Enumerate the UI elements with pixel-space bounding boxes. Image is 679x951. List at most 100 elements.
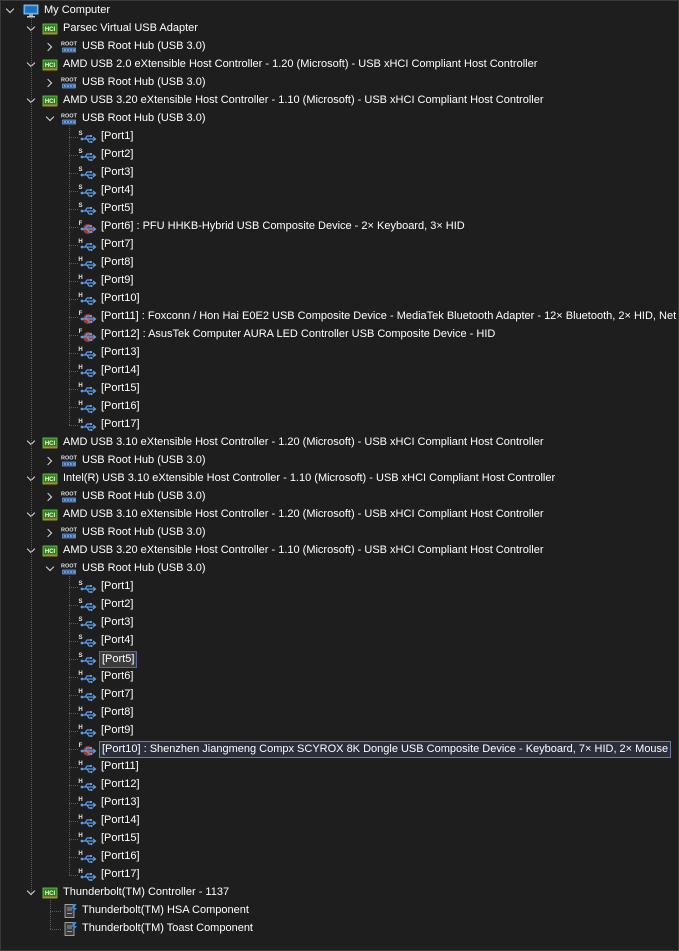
usb-port-icon: H [78, 417, 97, 433]
tree-node-port[interactable]: H [Port9] [0, 722, 679, 740]
svg-text:ROOT: ROOT [61, 114, 77, 120]
usb-port-icon: H [78, 273, 97, 289]
expand-chevron-icon[interactable] [43, 524, 57, 542]
tree-node-host-controller[interactable]: HCI Parsec Virtual USB Adapter [0, 20, 679, 38]
tree-guide-line [69, 425, 78, 426]
tree-node-port[interactable]: H [Port7] [0, 236, 679, 254]
expand-chevron-icon[interactable] [43, 38, 57, 56]
tree-node-port[interactable]: H [Port12] [0, 776, 679, 794]
svg-text:S: S [78, 203, 82, 209]
svg-text:F: F [79, 311, 83, 317]
svg-text:HCI: HCI [45, 27, 56, 33]
svg-text:H: H [78, 779, 82, 785]
tree-node-port[interactable]: F [Port6] : PFU HHKB-Hybrid USB Composite… [0, 218, 679, 236]
tree-node-port[interactable]: S [Port4] [0, 182, 679, 200]
collapse-chevron-icon[interactable] [43, 560, 57, 578]
tree-node-thunderbolt-component[interactable]: Thunderbolt(TM) Toast Component [0, 920, 679, 938]
node-label: AMD USB 2.0 eXtensible Host Controller -… [63, 58, 538, 70]
collapse-chevron-icon[interactable] [43, 110, 57, 128]
svg-text:F: F [79, 221, 83, 227]
tree-node-port[interactable]: H [Port14] [0, 812, 679, 830]
tree-node-port[interactable]: H [Port17] [0, 416, 679, 434]
tree-node-port[interactable]: H [Port8] [0, 254, 679, 272]
svg-text:H: H [78, 401, 82, 407]
tree-node-port[interactable]: S [Port2] [0, 596, 679, 614]
svg-text:F: F [79, 743, 83, 749]
tree-node-port[interactable]: H [Port14] [0, 362, 679, 380]
tree-node-thunderbolt-component[interactable]: Thunderbolt(TM) HSA Component [0, 902, 679, 920]
tree-node-port[interactable]: H [Port8] [0, 704, 679, 722]
svg-text:H: H [78, 347, 82, 353]
node-label: [Port17] [101, 418, 140, 430]
tree-node-port[interactable]: S [Port4] [0, 632, 679, 650]
tree-node-host-controller[interactable]: HCI AMD USB 3.20 eXtensible Host Controll… [0, 92, 679, 110]
node-label: [Port17] [101, 868, 140, 880]
expand-chevron-icon[interactable] [43, 74, 57, 92]
host-controller-icon: HCI [42, 507, 58, 523]
tree-node-port[interactable]: H [Port17] [0, 866, 679, 884]
tree-node-port[interactable]: S [Port1] [0, 128, 679, 146]
expand-chevron-icon[interactable] [43, 452, 57, 470]
tree-node-root-hub[interactable]: ROOT USB Root Hub (USB 3.0) [0, 452, 679, 470]
node-label: [Port3] [101, 166, 134, 178]
collapse-chevron-icon[interactable] [3, 2, 17, 20]
expand-chevron-icon[interactable] [43, 488, 57, 506]
node-label: USB Root Hub (USB 3.0) [82, 40, 206, 52]
tree-guide-line [69, 695, 78, 696]
tree-node-port[interactable]: S [Port3] [0, 614, 679, 632]
node-label: [Port9] [101, 274, 134, 286]
tree-node-port[interactable]: H [Port16] [0, 848, 679, 866]
tree-node-port[interactable]: S [Port1] [0, 578, 679, 596]
node-label: [Port16] [101, 850, 140, 862]
tree-node-port[interactable]: H [Port10] [0, 290, 679, 308]
tree-node-root-hub[interactable]: ROOT USB Root Hub (USB 3.0) [0, 488, 679, 506]
tree-node-port[interactable]: S [Port2] [0, 146, 679, 164]
tree-node-port[interactable]: H [Port15] [0, 380, 679, 398]
tree-node-root-hub[interactable]: ROOT USB Root Hub (USB 3.0) [0, 560, 679, 578]
node-label: [Port7] [101, 688, 134, 700]
tree-node-host-controller[interactable]: HCI AMD USB 3.10 eXtensible Host Controll… [0, 506, 679, 524]
tree-node-port[interactable]: H [Port11] [0, 758, 679, 776]
tree-node-port[interactable]: H [Port9] [0, 272, 679, 290]
tree-node-port[interactable]: H [Port13] [0, 344, 679, 362]
host-controller-icon: HCI [42, 21, 58, 37]
tree-node-host-controller[interactable]: HCI AMD USB 2.0 eXtensible Host Controlle… [0, 56, 679, 74]
svg-text:H: H [78, 869, 82, 875]
node-label: AMD USB 3.10 eXtensible Host Controller … [63, 436, 544, 448]
svg-text:ROOT: ROOT [61, 564, 77, 570]
node-label: [Port3] [101, 616, 134, 628]
root-hub-icon: ROOT [61, 111, 78, 127]
usb-port-icon: S [78, 615, 97, 631]
tree-guide-line [69, 857, 78, 858]
tree-node-root-hub[interactable]: ROOT USB Root Hub (USB 3.0) [0, 110, 679, 128]
tree-node-port[interactable]: S [Port3] [0, 164, 679, 182]
tree-guide-line [69, 317, 78, 318]
tree-node-root-hub[interactable]: ROOT USB Root Hub (USB 3.0) [0, 74, 679, 92]
tree-node-port[interactable]: H [Port15] [0, 830, 679, 848]
tree-node-root-hub[interactable]: ROOT USB Root Hub (USB 3.0) [0, 38, 679, 56]
tree-node-port[interactable]: F [Port12] : AsusTek Computer AURA LED Co… [0, 326, 679, 344]
node-label: [Port6] : PFU HHKB-Hybrid USB Composite … [101, 220, 465, 232]
tree-node-host-controller[interactable]: HCI AMD USB 3.20 eXtensible Host Controll… [0, 542, 679, 560]
node-label: Thunderbolt(TM) Toast Component [82, 922, 253, 934]
node-label: [Port11] : Foxconn / Hon Hai E0E2 USB Co… [101, 310, 677, 322]
tree-node-host-controller[interactable]: HCI Intel(R) USB 3.10 eXtensible Host Con… [0, 470, 679, 488]
tree-node-port[interactable]: H [Port16] [0, 398, 679, 416]
svg-text:S: S [78, 635, 82, 641]
tree-node-thunderbolt-controller[interactable]: HCI Thunderbolt(TM) Controller - 1137 [0, 884, 679, 902]
usb-port-icon: H [78, 867, 97, 883]
tree-guide-line [69, 389, 78, 390]
tree-node-port[interactable]: H [Port13] [0, 794, 679, 812]
tree-node-port[interactable]: S [Port5] [0, 200, 679, 218]
tree-node-port[interactable]: H [Port6] [0, 668, 679, 686]
tree-guide-line [31, 18, 32, 893]
tree-node-host-controller[interactable]: HCI AMD USB 3.10 eXtensible Host Controll… [0, 434, 679, 452]
tree-node-root-hub[interactable]: ROOT USB Root Hub (USB 3.0) [0, 524, 679, 542]
tree-node-port-selected[interactable]: F [Port10] : Shenzhen Jiangmeng Compx SCY… [0, 740, 679, 758]
node-label: [Port1] [101, 580, 134, 592]
tree-node-port[interactable]: F [Port11] : Foxconn / Hon Hai E0E2 USB C… [0, 308, 679, 326]
tree-node-my-computer[interactable]: My Computer [0, 2, 679, 20]
tree-guide-line [69, 605, 78, 606]
tree-node-port[interactable]: H [Port7] [0, 686, 679, 704]
tree-node-port[interactable]: S [Port5] [0, 650, 679, 668]
